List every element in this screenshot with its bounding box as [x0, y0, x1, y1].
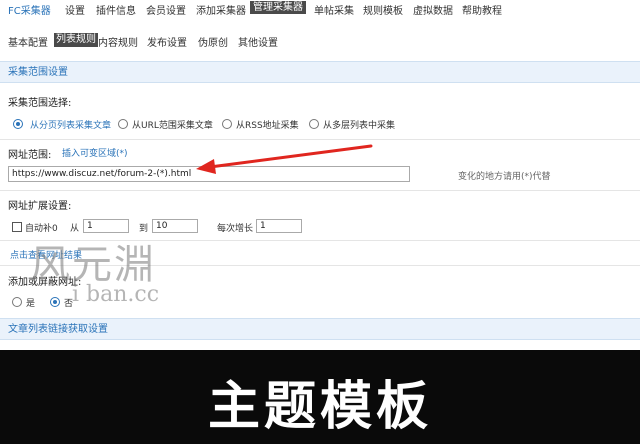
nav-item-manage-collector[interactable]: 管理采集器: [250, 1, 306, 14]
option-multi-level[interactable]: 从多层列表中采集: [323, 118, 395, 131]
step-label: 每次增长: [217, 224, 254, 234]
option-url-range[interactable]: 从URL范围采集文章: [132, 118, 213, 131]
radio-rss[interactable]: [222, 119, 232, 129]
option-rss[interactable]: 从RSS地址采集: [236, 118, 299, 131]
radio-url-range[interactable]: [118, 119, 128, 129]
sub-nav: 基本配置 列表规则 内容规则 发布设置 伪原创 其他设置: [0, 30, 640, 50]
tab-other-settings[interactable]: 其他设置: [238, 34, 278, 49]
tab-content-rules[interactable]: 内容规则: [98, 34, 138, 49]
url-range-label: 网址范围:: [8, 150, 52, 161]
watermark-domain: i ban.cc: [72, 282, 160, 307]
top-nav: FC采集器 设置 插件信息 会员设置 添加采集器 管理采集器 单帖采集 规则模板…: [0, 0, 640, 17]
nav-item-member-settings[interactable]: 会员设置: [146, 2, 186, 17]
tab-publish-settings[interactable]: 发布设置: [147, 34, 187, 49]
red-arrow-annotation: [196, 144, 373, 174]
nav-item-plugin-info[interactable]: 插件信息: [96, 2, 136, 17]
from-input[interactable]: 1: [83, 219, 129, 233]
nav-item-virtual-data[interactable]: 虚拟数据: [413, 2, 453, 17]
tab-list-rules[interactable]: 列表规则: [54, 33, 98, 47]
brand-title[interactable]: FC采集器: [8, 2, 51, 17]
divider: [0, 190, 640, 191]
nav-item-rule-templates[interactable]: 规则模板: [363, 2, 403, 17]
banner: 主题模板: [0, 350, 640, 444]
option-paged-list[interactable]: 从分页列表采集文章: [30, 118, 111, 131]
nav-item-single-post[interactable]: 单帖采集: [314, 2, 354, 17]
banner-title: 主题模板: [207, 377, 432, 437]
insert-variable-link[interactable]: 插入可变区域(*): [62, 146, 128, 159]
nav-item-settings[interactable]: 设置: [65, 2, 85, 17]
tab-pseudo-original[interactable]: 伪原创: [198, 34, 228, 49]
tab-basic-config[interactable]: 基本配置: [8, 34, 48, 49]
section-header-link-settings: 文章列表链接获取设置: [0, 318, 640, 340]
divider: [0, 139, 640, 140]
auto-pad-checkbox[interactable]: [12, 222, 22, 232]
step-input[interactable]: 1: [256, 219, 302, 233]
scope-label: 采集范围选择:: [8, 98, 72, 109]
nav-item-add-collector[interactable]: 添加采集器: [196, 2, 246, 17]
radio-multi-level[interactable]: [309, 119, 319, 129]
radio-paged-list[interactable]: [13, 119, 23, 129]
nav-item-help[interactable]: 帮助教程: [462, 2, 502, 17]
expand-label: 网址扩展设置:: [8, 201, 72, 212]
watermark-logo: 风元淵 i ban.cc: [28, 232, 188, 312]
section-header-scope: 采集范围设置: [0, 61, 640, 83]
url-range-hint: 变化的地方请用(*)代替: [458, 172, 551, 182]
radio-yes[interactable]: [12, 297, 22, 307]
to-input[interactable]: 10: [152, 219, 198, 233]
